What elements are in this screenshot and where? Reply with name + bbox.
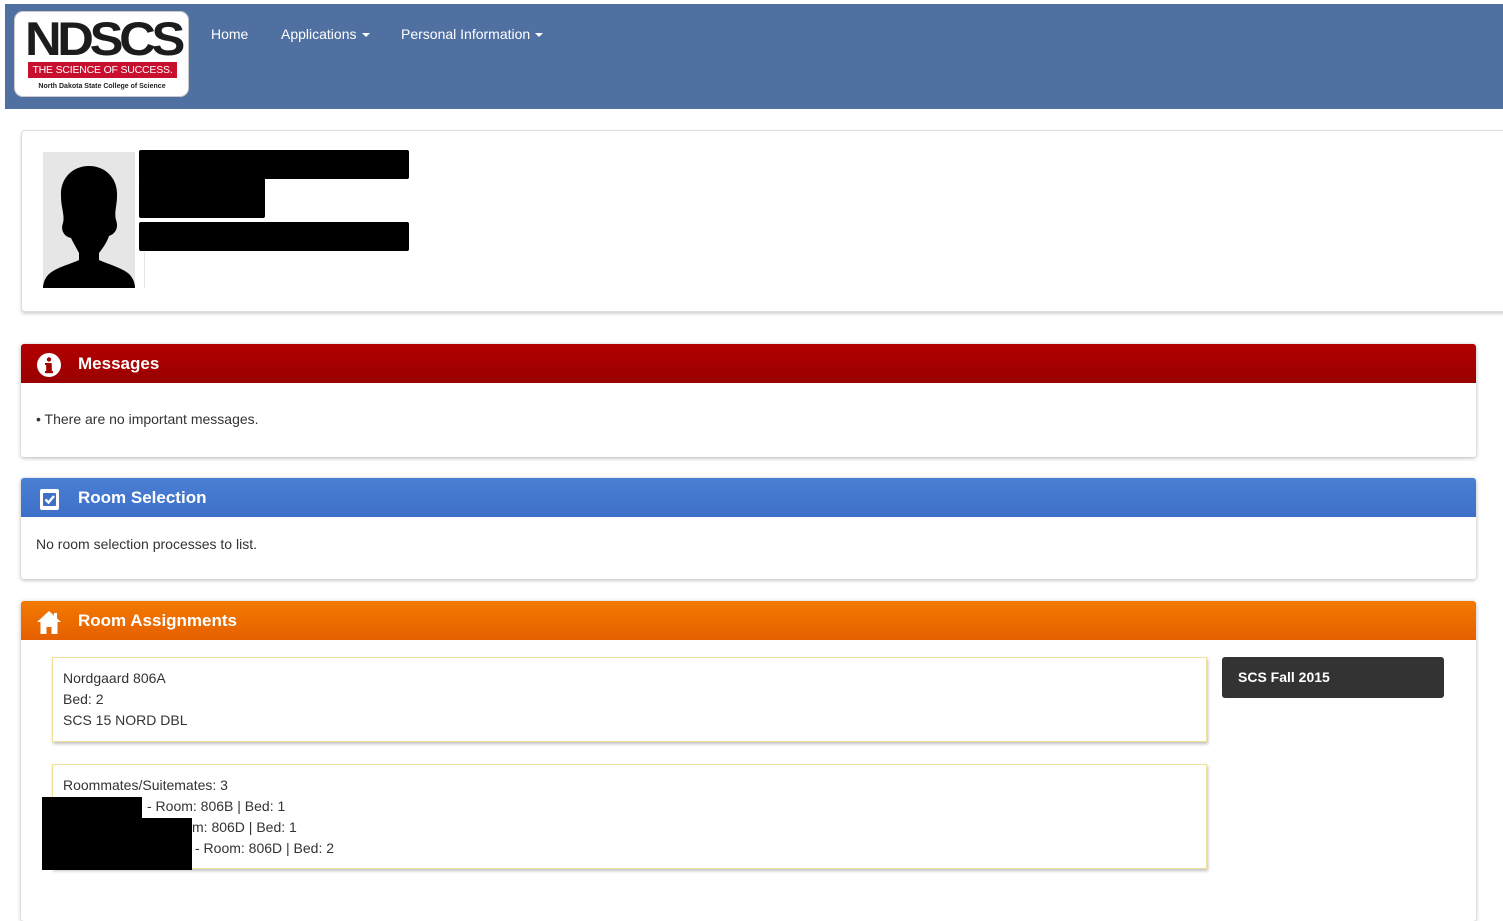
messages-panel: Messages • There are no important messag… [21, 344, 1476, 457]
room-assignments-panel: Room Assignments Nordgaard 806A Bed: 2 S… [21, 601, 1476, 921]
info-circle-icon [37, 353, 61, 377]
room-assignments-title: Room Assignments [78, 611, 238, 630]
nav-home-label: Home [211, 26, 249, 42]
caret-down-icon [361, 33, 370, 38]
roommate-item: - Room: 806D | Bed: 2 [195, 840, 335, 856]
room-selection-panel-header: Room Selection [21, 478, 1476, 517]
checkbox-icon [40, 489, 59, 510]
messages-title: Messages [78, 354, 160, 373]
roommate-item: - Room: 806B | Bed: 1 [147, 798, 286, 814]
roommate-item: m: 806D | Bed: 1 [192, 819, 297, 835]
ndscs-logo[interactable]: NDSCS THE SCIENCE OF SUCCESS. North Dako… [14, 11, 189, 97]
assignment-room: Nordgaard 806A [63, 670, 166, 686]
room-selection-title: Room Selection [78, 488, 207, 507]
nav-applications[interactable]: Applications [281, 22, 370, 46]
logo-subtitle: North Dakota State College of Science [38, 83, 166, 90]
room-selection-text: No room selection processes to list. [36, 536, 257, 552]
profile-card [21, 130, 1503, 312]
room-selection-panel: Room Selection No room selection process… [21, 478, 1476, 579]
top-navbar: NDSCS THE SCIENCE OF SUCCESS. North Dako… [5, 4, 1503, 109]
logo-tagline: THE SCIENCE OF SUCCESS. [28, 62, 177, 78]
messages-text: • There are no important messages. [36, 411, 259, 427]
redacted-roommate-name [42, 818, 192, 870]
redacted-id [139, 177, 265, 218]
assignment-bed: Bed: 2 [63, 691, 104, 707]
nav-personal-information[interactable]: Personal Information [401, 22, 544, 46]
home-icon [37, 611, 61, 634]
person-silhouette-icon [43, 152, 135, 288]
roommates-card: Roommates/Suitemates: 3 - Room: 806B | B… [52, 764, 1207, 869]
nav-home[interactable]: Home [211, 22, 248, 46]
roommates-heading: Roommates/Suitemates: 3 [63, 777, 228, 793]
room-assignments-panel-header: Room Assignments [21, 601, 1476, 640]
redacted-name [139, 150, 409, 179]
redacted-email [139, 222, 409, 251]
messages-panel-header: Messages [21, 344, 1476, 383]
avatar [43, 152, 135, 288]
nav-personal-information-label: Personal Information [401, 26, 531, 42]
profile-divider [144, 252, 145, 288]
term-badge[interactable]: SCS Fall 2015 [1222, 657, 1444, 698]
logo-mark: NDSCS [24, 12, 185, 65]
caret-down-icon [535, 33, 544, 38]
assignment-rate: SCS 15 NORD DBL [63, 712, 188, 728]
nav-applications-label: Applications [281, 26, 357, 42]
assignment-card: Nordgaard 806A Bed: 2 SCS 15 NORD DBL [52, 657, 1207, 742]
